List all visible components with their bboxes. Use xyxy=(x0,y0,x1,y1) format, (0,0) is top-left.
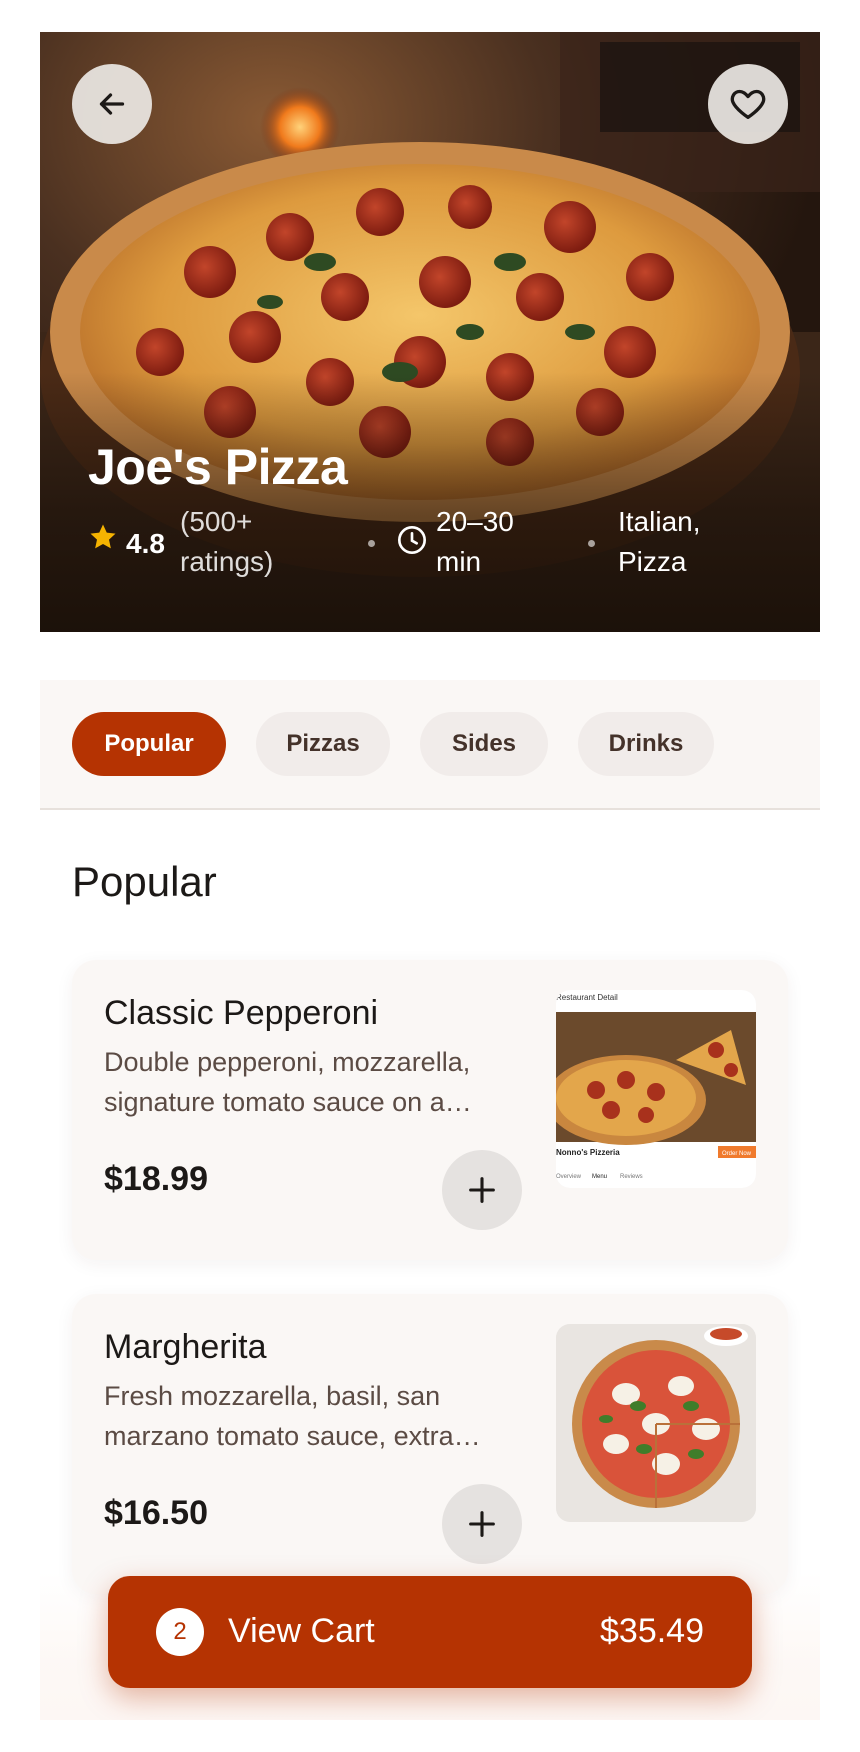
view-cart-label: View Cart xyxy=(228,1612,375,1650)
add-to-cart-button[interactable] xyxy=(442,1484,522,1564)
cuisine-types: Italian, Pizza xyxy=(618,506,701,577)
star-icon xyxy=(90,524,116,549)
cart-total: $35.49 xyxy=(600,1612,704,1650)
menu-item-image xyxy=(556,1324,756,1522)
restaurant-name: Joe's Pizza xyxy=(88,439,348,495)
separator-dot xyxy=(368,540,375,547)
thumb-header: Restaurant Detail xyxy=(556,993,618,1002)
tab-pizzas[interactable]: Pizzas xyxy=(256,712,390,776)
separator-dot xyxy=(588,540,595,547)
thumb-restaurant: Nonno's Pizzeria xyxy=(556,1148,620,1157)
view-cart-button[interactable]: 2 View Cart $35.49 xyxy=(108,1576,752,1688)
menu-item-price: $18.99 xyxy=(104,1160,208,1198)
margherita-pizza-image xyxy=(556,1324,756,1522)
plus-icon xyxy=(469,1511,495,1537)
cart-count-badge: 2 xyxy=(156,1608,204,1656)
favorite-button[interactable] xyxy=(708,64,788,144)
plus-icon xyxy=(469,1177,495,1203)
delivery-time: 20–30 min xyxy=(436,506,514,577)
thumb-tab: Reviews xyxy=(620,1174,643,1180)
menu-item-name: Classic Pepperoni xyxy=(104,994,379,1032)
menu-item-card[interactable]: Margherita Fresh mozzarella, basil, san … xyxy=(72,1294,788,1594)
add-to-cart-button[interactable] xyxy=(442,1150,522,1230)
menu-item-description: Double pepperoni, mozzarella, signature … xyxy=(104,1047,471,1117)
restaurant-screen: Joe's Pizza 4.8 (500+ ratings) 20–30 min… xyxy=(40,32,820,1720)
heart-icon xyxy=(730,89,766,120)
thumb-order-button: Order Now xyxy=(722,1151,752,1157)
hero-banner: Joe's Pizza 4.8 (500+ ratings) 20–30 min… xyxy=(40,32,820,632)
menu-item-card[interactable]: Classic Pepperoni Double pepperoni, mozz… xyxy=(72,960,788,1260)
menu-item-image: Restaurant Detail Nonno's Pizzeria Order… xyxy=(556,990,756,1188)
tab-popular[interactable]: Popular xyxy=(72,712,226,776)
menu-item-price: $16.50 xyxy=(104,1494,208,1532)
menu-item-name: Margherita xyxy=(104,1328,267,1366)
thumb-tab: Menu xyxy=(592,1174,607,1180)
tab-drinks[interactable]: Drinks xyxy=(578,712,714,776)
tab-sides[interactable]: Sides xyxy=(420,712,548,776)
ratings-count: (500+ ratings) xyxy=(180,506,274,577)
back-button[interactable] xyxy=(72,64,152,144)
menu-item-description: Fresh mozzarella, basil, san marzano tom… xyxy=(104,1381,454,1451)
section-title: Popular xyxy=(72,858,217,905)
arrow-left-icon xyxy=(99,93,125,115)
category-tabs: Popular Pizzas Sides Drinks xyxy=(40,680,820,810)
clock-icon xyxy=(398,526,426,554)
restaurant-meta: 4.8 (500+ ratings) 20–30 min Italian, Pi… xyxy=(88,502,788,592)
thumb-tab: Overview xyxy=(556,1174,582,1180)
pepperoni-pizza-screenshot-image: Restaurant Detail Nonno's Pizzeria Order… xyxy=(556,990,756,1188)
rating-value: 4.8 xyxy=(126,528,165,559)
